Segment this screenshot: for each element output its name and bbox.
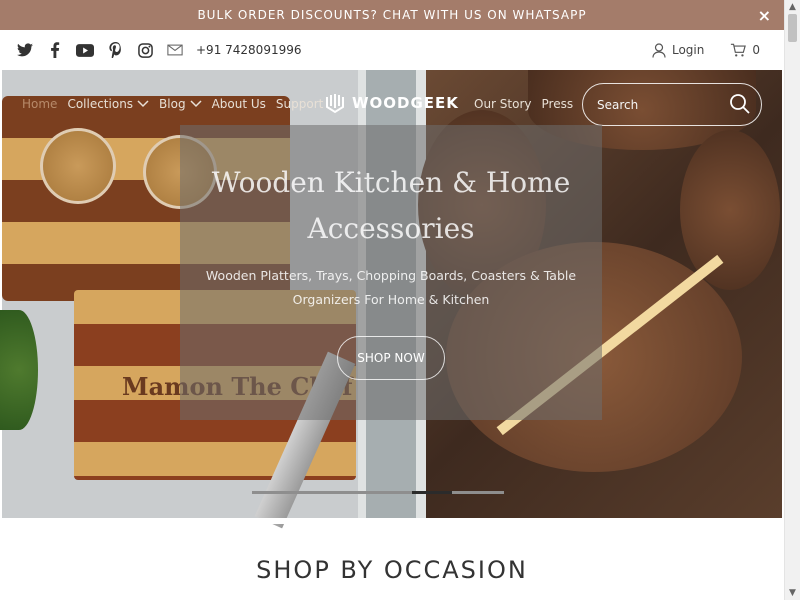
site-logo[interactable]: WOODGEEK	[324, 92, 459, 114]
youtube-icon[interactable]	[76, 41, 94, 59]
nav-blog[interactable]: Blog	[159, 97, 202, 111]
chevron-down-icon	[190, 100, 202, 108]
nav-blog-label[interactable]: Blog	[159, 97, 186, 111]
nav-our-story[interactable]: Our Story	[474, 97, 532, 111]
nav-press[interactable]: Press	[542, 97, 574, 111]
page-scrollbar[interactable]: ▲ ▼	[784, 0, 800, 600]
search-input[interactable]	[597, 97, 717, 112]
cart-icon	[731, 43, 747, 57]
cart-link[interactable]: 0	[730, 43, 760, 58]
scroll-down-icon[interactable]: ▼	[789, 588, 796, 598]
section-title: SHOP BY OCCASION	[256, 556, 528, 584]
phone-number[interactable]: +91 7428091996	[196, 41, 302, 59]
user-icon	[652, 42, 666, 58]
login-label[interactable]: Login	[672, 43, 704, 57]
logo-text[interactable]: WOODGEEK	[352, 94, 459, 112]
pinterest-icon[interactable]	[106, 41, 124, 59]
chevron-down-icon	[137, 100, 149, 108]
nav-collections[interactable]: Collections	[67, 97, 149, 111]
logo-mark-icon	[326, 94, 344, 114]
slide-indicator-active[interactable]	[412, 491, 452, 494]
twitter-icon[interactable]	[16, 41, 34, 59]
nav-about-us[interactable]: About Us	[212, 97, 266, 111]
scrollbar-thumb[interactable]	[788, 14, 797, 42]
plant-image	[0, 310, 38, 430]
instagram-icon[interactable]	[136, 41, 154, 59]
account-area: Login 0	[652, 30, 760, 70]
login-link[interactable]: Login	[652, 42, 704, 58]
hero-bottom-edge	[2, 518, 782, 524]
close-icon[interactable]: ×	[758, 6, 772, 25]
nav-home[interactable]: Home	[22, 97, 57, 111]
hero-title: Wooden Kitchen & Home Accessories	[211, 166, 571, 245]
social-links: +91 7428091996	[0, 41, 302, 59]
facebook-icon[interactable]	[46, 41, 64, 59]
hero-subtitle: Wooden Platters, Trays, Chopping Boards,…	[205, 268, 577, 307]
nav-support[interactable]: Support	[276, 97, 323, 111]
top-utility-bar: +91 7428091996 Login 0	[0, 30, 784, 70]
announcement-bar[interactable]: BULK ORDER DISCOUNTS? CHAT WITH US ON WH…	[0, 0, 784, 30]
wooden-plate-image	[680, 130, 780, 290]
nav-right-group: Our Story Press	[474, 97, 583, 111]
shop-now-button[interactable]: SHOP NOW	[337, 336, 445, 380]
nav-left-group: Home Collections Blog About Us Support	[22, 97, 333, 111]
announcement-text[interactable]: BULK ORDER DISCOUNTS? CHAT WITH US ON WH…	[197, 8, 586, 22]
search-box[interactable]	[582, 83, 762, 126]
mail-icon[interactable]	[166, 41, 184, 59]
nav-collections-label[interactable]: Collections	[67, 97, 133, 111]
scroll-up-icon[interactable]: ▲	[789, 2, 796, 12]
slide-indicator-track[interactable]	[252, 491, 504, 494]
search-icon[interactable]	[729, 93, 751, 119]
cart-count[interactable]: 0	[752, 43, 760, 57]
